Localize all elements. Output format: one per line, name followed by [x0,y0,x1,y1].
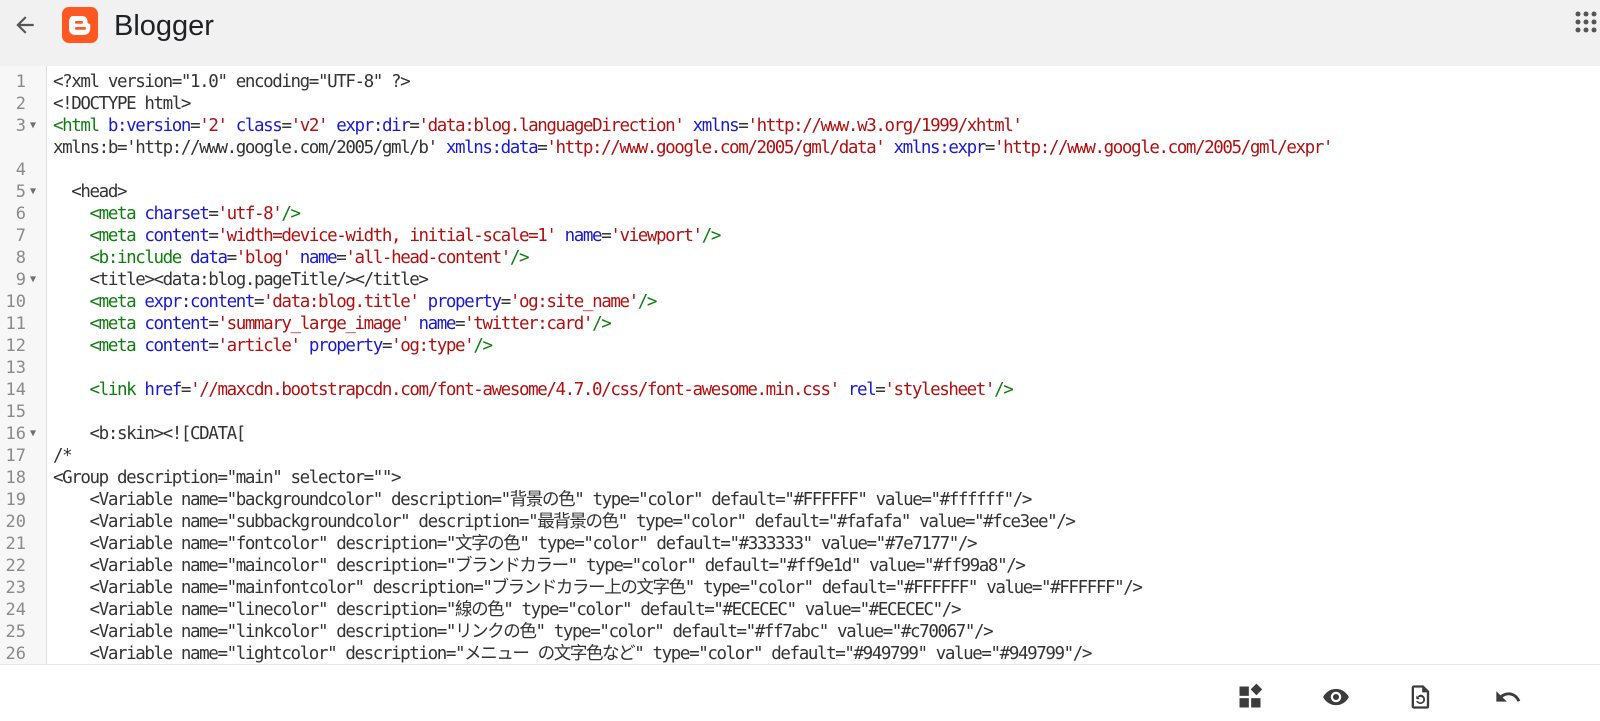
code-text: <meta content='summary_large_image' name… [89,314,612,334]
code-text: <Variable name="mainfontcolor" descripti… [53,578,1143,598]
code-text: <!DOCTYPE html> [53,94,191,114]
line-number: 21 [5,534,26,554]
line-number: 12 [5,336,26,356]
eye-icon [1323,688,1349,706]
code-line[interactable]: 22 <Variable name="maincolor" descriptio… [0,555,1600,577]
restore-file-icon [1411,685,1430,709]
line-number: 13 [5,358,26,378]
line-number: 22 [5,556,26,576]
code-line[interactable]: 1 <?xml version="1.0" encoding="UTF-8" ?> [0,71,1600,93]
code-text: <html b:version='2' class='v2' expr:dir=… [53,116,1023,136]
code-text: <Group description="main" selector=""> [53,468,402,488]
line-number: 26 [5,644,26,664]
code-line[interactable]: 3 ▼ <html b:version='2' class='v2' expr:di… [0,115,1600,137]
code-text: <meta charset='utf-8'/> [89,204,302,224]
code-text: <Variable name="backgroundcolor" descrip… [53,490,1033,510]
line-number: 9 [15,270,26,290]
line-number: 3 [15,116,26,136]
grid-dots-icon [1575,11,1597,33]
code-text: <b:skin><![CDATA[ [53,424,247,444]
code-line[interactable]: 26 <Variable name="lightcolor" descripti… [0,643,1600,664]
line-number: 6 [15,204,26,224]
line-number: 15 [5,402,26,422]
line-number: 14 [5,380,26,400]
line-number: 5 [15,182,26,202]
code-line[interactable]: 20 <Variable name="subbackgroundcolor" d… [0,511,1600,533]
fold-toggle-icon[interactable]: ▼ [30,115,36,137]
line-number: 25 [5,622,26,642]
code-line[interactable]: 15 [0,401,1600,423]
code-line[interactable]: 4 [0,159,1600,181]
code-line[interactable]: 11 <meta content='summary_large_image' n… [0,313,1600,335]
line-number: 17 [5,446,26,466]
line-number: 7 [15,226,26,246]
code-line[interactable]: 5 ▼ <head> [0,181,1600,203]
code-line[interactable]: 6 <meta charset='utf-8'/> [0,203,1600,225]
code-line[interactable]: 10 <meta expr:content='data:blog.title' … [0,291,1600,313]
code-text: xmlns:b='http://www.google.com/2005/gml/… [53,138,1333,158]
line-number: 24 [5,600,26,620]
fold-toggle-icon[interactable]: ▼ [30,423,36,445]
undo-button[interactable] [1490,679,1526,715]
code-line[interactable]: 24 <Variable name="linecolor" descriptio… [0,599,1600,621]
line-number: 18 [5,468,26,488]
line-number: 19 [5,490,26,510]
code-area[interactable]: 1 <?xml version="1.0" encoding="UTF-8" ?>… [0,71,1600,664]
app-title: Blogger [114,10,214,42]
code-line[interactable]: 16 ▼ <b:skin><![CDATA[ [0,423,1600,445]
code-text: <Variable name="linecolor" description="… [53,600,962,620]
code-text: /* [53,446,73,466]
preview-button[interactable] [1318,679,1354,715]
back-button[interactable] [8,8,42,42]
editor-toolbar [0,664,1600,721]
line-number: 11 [5,314,26,334]
html-code-editor[interactable]: 1 <?xml version="1.0" encoding="UTF-8" ?>… [0,66,1600,664]
app-header: Blogger [0,0,1600,66]
line-number: 20 [5,512,26,532]
code-line[interactable]: 18 <Group description="main" selector=""> [0,467,1600,489]
arrow-left-icon [16,16,34,34]
line-number: 23 [5,578,26,598]
code-line[interactable]: 9 ▼ <title><data:blog.pageTitle/></title> [0,269,1600,291]
code-line[interactable]: 14 <link href='//maxcdn.bootstrapcdn.com… [0,379,1600,401]
blogger-logo-icon [62,7,98,43]
code-line[interactable]: 19 <Variable name="backgroundcolor" desc… [0,489,1600,511]
code-text: <title><data:blog.pageTitle/></title> [53,270,429,290]
line-number: 8 [15,248,26,268]
code-text: <link href='//maxcdn.bootstrapcdn.com/fo… [89,380,1014,400]
undo-icon [1496,691,1521,702]
code-text: <meta expr:content='data:blog.title' pro… [89,292,658,312]
code-text: <head> [53,182,127,202]
code-line[interactable]: 17 /* [0,445,1600,467]
code-line[interactable]: 13 [0,357,1600,379]
code-text: <Variable name="subbackgroundcolor" desc… [53,512,1076,532]
widget-grid-icon [1239,683,1263,708]
code-text: <Variable name="maincolor" description="… [53,556,1026,576]
code-text: <b:include data='blog' name='all-head-co… [89,248,530,268]
jump-to-widget-button[interactable] [1232,679,1268,715]
code-text: <?xml version="1.0" encoding="UTF-8" ?> [53,72,411,92]
apps-launcher-button[interactable] [1574,10,1600,36]
restore-button[interactable] [1403,679,1439,715]
code-text: <meta content='width=device-width, initi… [89,226,722,246]
code-line[interactable]: 21 <Variable name="fontcolor" descriptio… [0,533,1600,555]
code-line[interactable]: 7 <meta content='width=device-width, ini… [0,225,1600,247]
line-number: 4 [15,160,26,180]
line-number: 16 [5,424,26,444]
code-line[interactable]: 8 <b:include data='blog' name='all-head-… [0,247,1600,269]
code-text: <Variable name="fontcolor" description="… [53,534,978,554]
fold-toggle-icon[interactable]: ▼ [30,269,36,291]
line-number: 2 [15,94,26,114]
code-text: <meta content='article' property='og:typ… [89,336,493,356]
code-line[interactable]: xmlns:b='http://www.google.com/2005/gml/… [0,137,1600,159]
line-number: 1 [15,72,26,92]
line-number: 10 [5,292,26,312]
code-line[interactable]: 25 <Variable name="linkcolor" descriptio… [0,621,1600,643]
code-text: <Variable name="linkcolor" description="… [53,622,994,642]
code-line[interactable]: 23 <Variable name="mainfontcolor" descri… [0,577,1600,599]
code-text: <Variable name="lightcolor" description=… [53,644,1093,664]
code-line[interactable]: 12 <meta content='article' property='og:… [0,335,1600,357]
code-line[interactable]: 2 <!DOCTYPE html> [0,93,1600,115]
fold-toggle-icon[interactable]: ▼ [30,181,36,203]
